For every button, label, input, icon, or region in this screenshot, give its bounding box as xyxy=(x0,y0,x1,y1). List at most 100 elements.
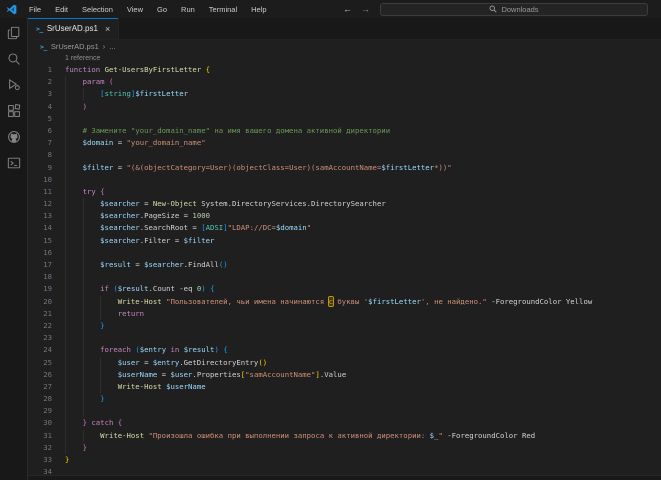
indent-guide xyxy=(83,235,84,247)
editor-bottom-edge xyxy=(28,475,661,480)
indent-guide xyxy=(65,101,66,113)
indent-guide xyxy=(83,405,84,417)
indent-guide xyxy=(65,113,66,125)
line-number: 8 xyxy=(28,149,52,161)
explorer-icon[interactable] xyxy=(3,24,25,41)
code-line: 22 } xyxy=(28,320,661,332)
line-number: 9 xyxy=(28,162,52,174)
code-area: 1function Get-UsersByFirstLetter {2 para… xyxy=(28,64,661,478)
indent-guide xyxy=(83,283,84,295)
line-number: 26 xyxy=(28,369,52,381)
menu-selection[interactable]: Selection xyxy=(75,3,120,16)
tab-sruserad-ps1[interactable]: >_ SrUserAD.ps1 × xyxy=(28,18,119,39)
indent-guide xyxy=(65,125,66,137)
line-number: 23 xyxy=(28,332,52,344)
code-line: 2 param ( xyxy=(28,76,661,88)
indent-guide xyxy=(65,417,66,429)
menu-go[interactable]: Go xyxy=(150,3,174,16)
indent-guide xyxy=(65,296,66,308)
line-number: 16 xyxy=(28,247,52,259)
indent-guide xyxy=(65,308,66,320)
line-number: 11 xyxy=(28,186,52,198)
indent-guide xyxy=(65,137,66,149)
menu-run[interactable]: Run xyxy=(174,3,202,16)
line-number: 19 xyxy=(28,283,52,295)
indent-guide xyxy=(65,210,66,222)
menu-help[interactable]: Help xyxy=(244,3,273,16)
breadcrumb-more[interactable]: ... xyxy=(109,42,115,51)
forward-arrow-icon[interactable]: → xyxy=(361,4,370,14)
line-number: 2 xyxy=(28,76,52,88)
menu-view[interactable]: View xyxy=(120,3,150,16)
indent-guide xyxy=(83,369,84,381)
line-number: 5 xyxy=(28,113,52,125)
line-number: 30 xyxy=(28,417,52,429)
indent-guide xyxy=(65,247,66,259)
code-line: 17 $result = $searcher.FindAll() xyxy=(28,259,661,271)
code-line: 25 $user = $entry.GetDirectoryEntry() xyxy=(28,357,661,369)
code-line: 11 try { xyxy=(28,186,661,198)
line-number: 14 xyxy=(28,222,52,234)
line-number: 27 xyxy=(28,381,52,393)
search-icon[interactable] xyxy=(3,50,25,67)
line-number: 24 xyxy=(28,344,52,356)
line-number: 33 xyxy=(28,454,52,466)
line-number: 4 xyxy=(28,101,52,113)
run-and-debug-icon[interactable] xyxy=(3,76,25,93)
code-line: 7 $domain = "your_domain_name" xyxy=(28,137,661,149)
code-line: 1function Get-UsersByFirstLetter { xyxy=(28,64,661,76)
line-number: 12 xyxy=(28,198,52,210)
indent-guide xyxy=(83,210,84,222)
tab-bar: >_ SrUserAD.ps1 × xyxy=(28,18,661,40)
indent-guide xyxy=(65,162,66,174)
code-line: 16 xyxy=(28,247,661,259)
powershell-file-icon: >_ xyxy=(40,43,47,51)
codelens-reference[interactable]: 1 reference xyxy=(65,53,661,64)
indent-guide xyxy=(100,308,101,320)
indent-guide xyxy=(65,430,66,442)
code-line: 4 ) xyxy=(28,101,661,113)
indent-guide xyxy=(65,357,66,369)
indent-guide xyxy=(65,174,66,186)
indent-guide xyxy=(100,357,101,369)
code-line: 30 } catch { xyxy=(28,417,661,429)
indent-guide xyxy=(65,332,66,344)
close-tab-icon[interactable]: × xyxy=(105,24,110,34)
indent-guide xyxy=(83,344,84,356)
powershell-icon[interactable] xyxy=(3,154,25,171)
back-arrow-icon[interactable]: ← xyxy=(343,4,352,14)
command-center-search[interactable]: Downloads xyxy=(380,3,648,16)
line-number: 28 xyxy=(28,393,52,405)
title-bar: FileEditSelectionViewGoRunTerminalHelp ←… xyxy=(0,0,661,18)
line-number: 29 xyxy=(28,405,52,417)
github-icon[interactable] xyxy=(3,128,25,145)
menu-file[interactable]: File xyxy=(22,3,48,16)
indent-guide xyxy=(65,198,66,210)
breadcrumb-file[interactable]: SrUserAD.ps1 xyxy=(51,42,99,51)
code-line: 28 } xyxy=(28,393,661,405)
line-number: 3 xyxy=(28,88,52,100)
indent-guide xyxy=(83,320,84,332)
vscode-logo-icon xyxy=(6,4,17,15)
indent-guide xyxy=(83,247,84,259)
indent-guide xyxy=(83,222,84,234)
code-line: 14 $searcher.SearchRoot = [ADSI]"LDAP://… xyxy=(28,222,661,234)
line-number: 22 xyxy=(28,320,52,332)
indent-guide xyxy=(65,405,66,417)
extensions-icon[interactable] xyxy=(3,102,25,119)
vscode-window: FileEditSelectionViewGoRunTerminalHelp ←… xyxy=(0,0,661,480)
tab-label: SrUserAD.ps1 xyxy=(47,24,98,33)
menu-bar: FileEditSelectionViewGoRunTerminalHelp xyxy=(22,3,274,16)
code-line: 6 # Замените "your_domain_name" на имя в… xyxy=(28,125,661,137)
indent-guide xyxy=(83,88,84,100)
line-number: 21 xyxy=(28,308,52,320)
indent-guide xyxy=(65,369,66,381)
code-line: 21 return xyxy=(28,308,661,320)
menu-terminal[interactable]: Terminal xyxy=(202,3,244,16)
menu-edit[interactable]: Edit xyxy=(48,3,75,16)
line-number: 10 xyxy=(28,174,52,186)
indent-guide xyxy=(65,320,66,332)
code-line: 20 Write-Host "Пользователей, чьи имена … xyxy=(28,296,661,308)
code-line: 12 $searcher = New-Object System.Directo… xyxy=(28,198,661,210)
line-number: 20 xyxy=(28,296,52,308)
